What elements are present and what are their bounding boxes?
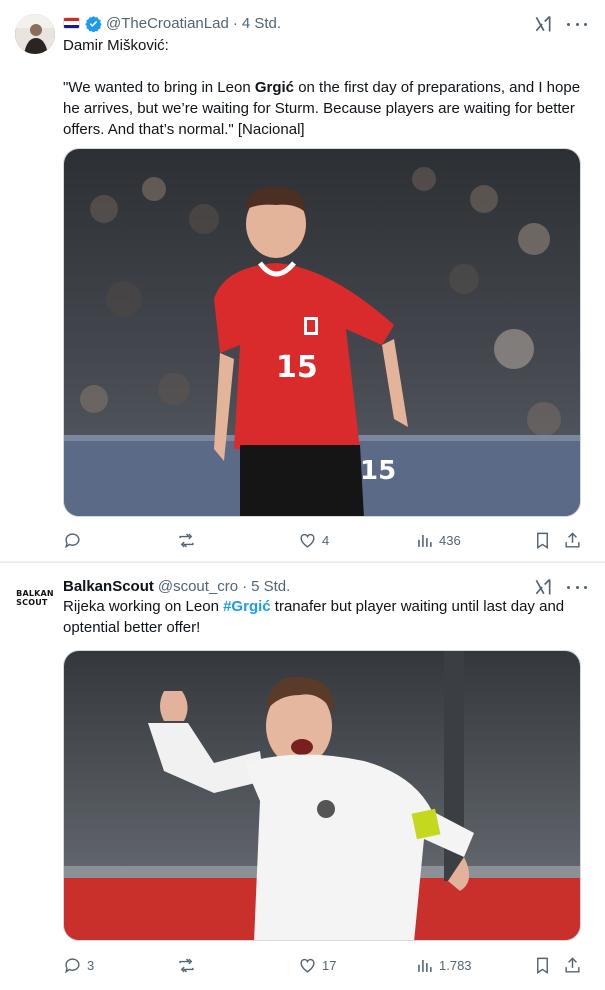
avatar[interactable]: BALKAN SCOUT — [15, 578, 55, 618]
tweet-text-start: Rijeka working on Leon — [63, 598, 224, 615]
logo-line-2: SCOUT — [16, 598, 48, 607]
tweet-quote: "We wanted to bring in Leon Grgić on the… — [63, 77, 588, 140]
tweet-header: @TheCroatianLad · 4 Std. — [63, 13, 281, 33]
reply-icon — [65, 532, 80, 549]
tweet-photo[interactable]: 15 15 — [63, 148, 581, 517]
more-options-icon[interactable] — [567, 578, 587, 596]
heart-icon — [300, 958, 315, 973]
like-button[interactable]: 4 — [298, 530, 329, 550]
football-player-celebrating-photo — [64, 651, 580, 940]
timestamp[interactable]: 4 Std. — [242, 15, 281, 32]
like-count: 4 — [322, 532, 330, 548]
tweet[interactable]: @TheCroatianLad · 4 Std. Damir Mišković:… — [0, 0, 605, 562]
svg-text:15: 15 — [276, 350, 318, 385]
user-handle[interactable]: @TheCroatianLad — [106, 15, 229, 32]
views-button[interactable]: 436 — [415, 530, 461, 550]
avatar-photo — [15, 14, 55, 54]
bookmark-button[interactable] — [533, 955, 552, 975]
balkan-scout-logo: BALKAN SCOUT — [16, 589, 54, 607]
reply-button[interactable] — [63, 530, 87, 550]
like-button[interactable]: 17 — [298, 955, 336, 975]
repost-icon — [179, 958, 194, 972]
tweet-header: BalkanScout @scout_cro · 5 Std. — [63, 576, 290, 596]
view-count: 1.783 — [439, 957, 472, 973]
bookmark-button[interactable] — [533, 530, 552, 550]
reply-icon — [65, 957, 80, 974]
repost-icon — [179, 533, 194, 547]
quote-text-start: "We wanted to bring in Leon — [63, 79, 255, 96]
tweet-text-line1: Damir Mišković: — [63, 37, 169, 54]
repost-button[interactable] — [177, 955, 201, 975]
logo-line-1: BALKAN — [16, 589, 54, 598]
verified-badge-icon — [85, 15, 102, 32]
football-player-red-kit-photo: 15 15 — [64, 149, 580, 516]
tweet-text: Rijeka working on Leon #Grgić tranafer b… — [63, 596, 588, 638]
repost-button[interactable] — [177, 530, 201, 550]
avatar[interactable] — [15, 14, 55, 54]
bookmark-icon — [537, 957, 548, 974]
more-options-icon[interactable] — [567, 15, 587, 33]
reply-button[interactable]: 3 — [63, 955, 94, 975]
separator-dot: · — [232, 14, 238, 32]
display-name[interactable]: BalkanScout — [63, 578, 154, 595]
reply-count: 3 — [87, 957, 95, 973]
user-handle[interactable]: @scout_cro — [158, 578, 238, 595]
view-count: 436 — [439, 532, 461, 548]
like-count: 17 — [322, 957, 337, 973]
tweet-actions: 3 17 1.783 — [63, 955, 588, 975]
tweet-photo[interactable] — [63, 650, 581, 941]
grok-icon[interactable] — [533, 14, 553, 34]
bookmark-icon — [537, 532, 548, 549]
timestamp[interactable]: 5 Std. — [251, 578, 290, 595]
share-icon — [565, 531, 580, 548]
tweet-actions: 4 436 — [63, 530, 588, 550]
separator-dot: · — [242, 577, 248, 595]
svg-text:15: 15 — [360, 456, 396, 486]
croatian-flag-icon — [63, 17, 80, 29]
share-button[interactable] — [563, 530, 582, 550]
views-chart-icon — [418, 534, 432, 547]
views-chart-icon — [418, 959, 432, 972]
heart-icon — [300, 533, 315, 548]
quote-bold-name: Grgić — [254, 79, 295, 96]
share-button[interactable] — [563, 955, 582, 975]
share-icon — [565, 956, 580, 973]
views-button[interactable]: 1.783 — [415, 955, 472, 975]
grok-icon[interactable] — [533, 577, 553, 597]
hashtag-link[interactable]: #Grgić — [223, 598, 271, 615]
tweet-text: Damir Mišković: "We wanted to bring in L… — [63, 35, 588, 140]
